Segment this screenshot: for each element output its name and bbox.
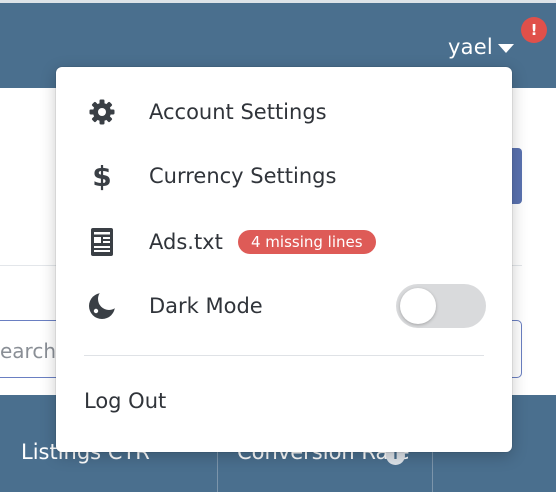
document-icon [86, 226, 118, 258]
menu-label-account-settings: Account Settings [149, 100, 327, 124]
menu-item-currency-settings[interactable]: $ Currency Settings [56, 150, 512, 202]
menu-label-ads-txt: Ads.txt [149, 230, 223, 254]
user-menu-trigger[interactable]: yael [448, 30, 514, 64]
dollar-icon: $ [92, 159, 112, 193]
menu-item-dark-mode[interactable]: Dark Mode [56, 280, 512, 332]
dark-mode-toggle[interactable] [396, 284, 486, 328]
menu-item-ads-txt[interactable]: Ads.txt 4 missing lines [56, 216, 512, 268]
toggle-knob [400, 288, 436, 324]
username-label: yael [448, 35, 493, 59]
moon-icon [86, 290, 118, 322]
user-dropdown-menu: Account Settings $ Currency Settings Ads… [56, 67, 512, 452]
notification-alert-badge[interactable]: ! [521, 17, 547, 43]
menu-item-account-settings[interactable]: Account Settings [56, 86, 512, 138]
search-placeholder: earch [0, 339, 57, 363]
logout-button[interactable]: Log Out [84, 389, 166, 413]
menu-label-currency-settings: Currency Settings [149, 164, 337, 188]
gear-icon [86, 96, 118, 128]
menu-divider [84, 355, 484, 356]
menu-label-dark-mode: Dark Mode [149, 294, 263, 318]
caret-down-icon [497, 43, 514, 53]
top-border-line [0, 0, 556, 3]
missing-lines-badge: 4 missing lines [238, 230, 376, 254]
